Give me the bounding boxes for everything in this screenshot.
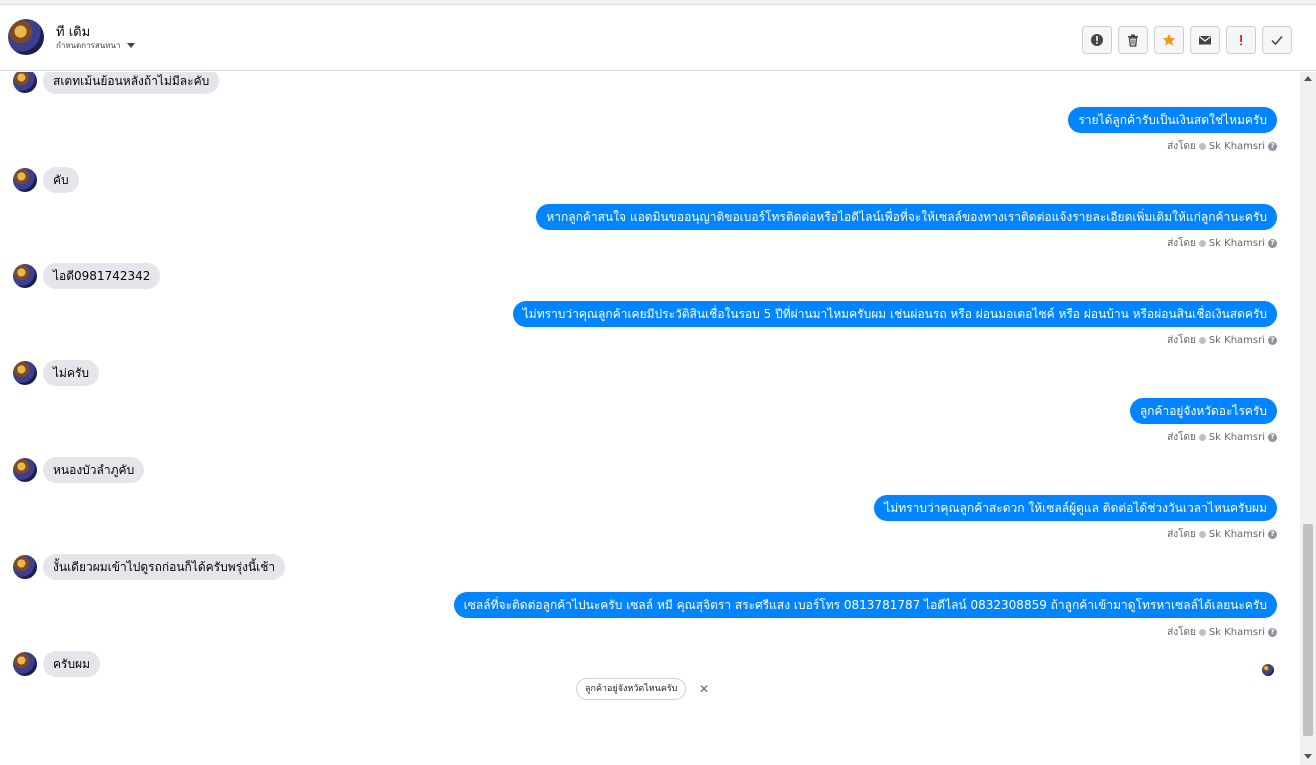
contact-avatar-small bbox=[13, 264, 37, 288]
incoming-message: สเตทเม้นย้อนหลังถ้าไม่มีละคับ bbox=[13, 72, 220, 94]
help-icon[interactable]: ? bbox=[1268, 530, 1277, 539]
sender-name: Sk Khamsri bbox=[1208, 238, 1265, 249]
sent-by-label: ส่งโดย bbox=[1167, 529, 1196, 540]
header-actions bbox=[1082, 26, 1292, 54]
sent-by-label: ส่งโดย bbox=[1167, 141, 1196, 152]
contact-avatar-small bbox=[13, 168, 37, 192]
sent-by-info: ส่งโดย Sk Khamsri ? bbox=[1167, 625, 1277, 640]
incoming-bubble[interactable]: ไม่ครับ bbox=[43, 360, 100, 386]
contact-avatar-small bbox=[13, 72, 37, 93]
contact-avatar-small bbox=[13, 555, 37, 579]
mark-done-button[interactable] bbox=[1262, 26, 1292, 54]
sender-dot-icon bbox=[1198, 337, 1206, 344]
report-spam-button[interactable] bbox=[1082, 26, 1112, 54]
sent-by-label: ส่งโดย bbox=[1167, 627, 1196, 638]
outgoing-message: เซลล์ที่จะติดต่อลูกค้าไปนะครับ เซลล์ หมี… bbox=[453, 592, 1277, 618]
help-icon[interactable]: ? bbox=[1268, 433, 1277, 442]
mark-unread-button[interactable] bbox=[1190, 26, 1220, 54]
outgoing-message: ไม่ทราบว่าคุณลูกค้าสะดวก ให้เซลล์ผู้ดูแล… bbox=[874, 495, 1277, 521]
vertical-scrollbar[interactable] bbox=[1300, 72, 1316, 765]
star-button[interactable] bbox=[1154, 26, 1184, 54]
sender-name: Sk Khamsri bbox=[1208, 335, 1265, 346]
sent-by-info: ส่งโดย Sk Khamsri ? bbox=[1167, 139, 1277, 154]
message-thread: สเตทเม้นย้อนหลังถ้าไม่มีละคับ รายได้ลูกค… bbox=[0, 72, 1300, 765]
sent-by-label: ส่งโดย bbox=[1167, 238, 1196, 249]
incoming-message: ไอดี0981742342 bbox=[13, 263, 161, 289]
caret-down-icon bbox=[126, 43, 135, 48]
sent-by-info: ส่งโดย Sk Khamsri ? bbox=[1167, 333, 1277, 348]
conversation-header: ที เดิม กำหนดการสนทนา bbox=[0, 5, 1316, 71]
star-icon bbox=[1162, 33, 1176, 46]
suggested-reply-chip[interactable]: ลูกค้าอยู่จังหวัดไหนครับ bbox=[576, 678, 687, 700]
outgoing-bubble[interactable]: ไม่ทราบว่าคุณลูกค้าเคยมีประวัติสินเชื่อใ… bbox=[512, 301, 1277, 327]
sender-name: Sk Khamsri bbox=[1208, 627, 1265, 638]
incoming-bubble[interactable]: หนองบัวลำภูคับ bbox=[43, 457, 145, 483]
follow-up-button[interactable] bbox=[1226, 26, 1256, 54]
outgoing-message: ลูกค้าอยู่จังหวัดอะไรครับ bbox=[1129, 398, 1277, 424]
sender-name: Sk Khamsri bbox=[1208, 432, 1265, 443]
help-icon[interactable]: ? bbox=[1268, 142, 1277, 151]
close-icon[interactable]: ✕ bbox=[698, 683, 710, 695]
sender-dot-icon bbox=[1198, 143, 1206, 150]
checkmark-icon bbox=[1271, 36, 1283, 46]
conversation-settings-dropdown[interactable]: กำหนดการสนทนา bbox=[56, 39, 135, 52]
exclamation-icon bbox=[1240, 35, 1242, 46]
sender-dot-icon bbox=[1198, 531, 1206, 538]
incoming-message: งั้นเดียวผมเข้าไปดูรถก่อนก็ได้ครับพรุ่งน… bbox=[13, 554, 286, 580]
scrollbar-thumb[interactable] bbox=[1303, 524, 1313, 736]
outgoing-bubble[interactable]: หากลูกค้าสนใจ แอดมินขออนุญาติขอเบอร์โทรต… bbox=[536, 204, 1277, 230]
scroll-down-arrow-icon[interactable] bbox=[1304, 754, 1312, 759]
sent-by-info: ส่งโดย Sk Khamsri ? bbox=[1167, 430, 1277, 445]
help-icon[interactable]: ? bbox=[1268, 239, 1277, 248]
incoming-bubble[interactable]: ไอดี0981742342 bbox=[43, 263, 161, 289]
outgoing-bubble[interactable]: ลูกค้าอยู่จังหวัดอะไรครับ bbox=[1129, 398, 1277, 424]
incoming-message: ครับผม bbox=[13, 651, 101, 677]
seen-indicator-avatar bbox=[1262, 664, 1274, 676]
contact-avatar-small bbox=[13, 361, 37, 385]
sender-dot-icon bbox=[1198, 629, 1206, 636]
contact-avatar-small bbox=[13, 652, 37, 676]
incoming-message: หนองบัวลำภูคับ bbox=[13, 457, 145, 483]
sent-by-info: ส่งโดย Sk Khamsri ? bbox=[1167, 236, 1277, 251]
incoming-bubble[interactable]: สเตทเม้นย้อนหลังถ้าไม่มีละคับ bbox=[43, 72, 220, 94]
sender-name: Sk Khamsri bbox=[1208, 529, 1265, 540]
sender-dot-icon bbox=[1198, 240, 1206, 247]
incoming-bubble[interactable]: คับ bbox=[43, 167, 79, 193]
scroll-up-arrow-icon[interactable] bbox=[1304, 76, 1312, 81]
sender-dot-icon bbox=[1198, 434, 1206, 441]
outgoing-bubble[interactable]: เซลล์ที่จะติดต่อลูกค้าไปนะครับ เซลล์ หมี… bbox=[453, 592, 1277, 618]
sender-name: Sk Khamsri bbox=[1208, 141, 1265, 152]
outgoing-message: หากลูกค้าสนใจ แอดมินขออนุญาติขอเบอร์โทรต… bbox=[536, 204, 1277, 230]
exclamation-circle-icon bbox=[1091, 34, 1103, 46]
conversation-settings-label: กำหนดการสนทนา bbox=[56, 41, 121, 50]
sent-by-info: ส่งโดย Sk Khamsri ? bbox=[1167, 527, 1277, 542]
delete-button[interactable] bbox=[1118, 26, 1148, 54]
envelope-icon bbox=[1199, 36, 1211, 45]
outgoing-bubble[interactable]: รายได้ลูกค้ารับเป็นเงินสดใช่ไหมครับ bbox=[1068, 107, 1277, 133]
incoming-message: ไม่ครับ bbox=[13, 360, 100, 386]
incoming-bubble[interactable]: ครับผม bbox=[43, 651, 101, 677]
outgoing-message: ไม่ทราบว่าคุณลูกค้าเคยมีประวัติสินเชื่อใ… bbox=[512, 301, 1277, 327]
outgoing-bubble[interactable]: ไม่ทราบว่าคุณลูกค้าสะดวก ให้เซลล์ผู้ดูแล… bbox=[874, 495, 1277, 521]
help-icon[interactable]: ? bbox=[1268, 628, 1277, 637]
outgoing-message: รายได้ลูกค้ารับเป็นเงินสดใช่ไหมครับ bbox=[1068, 107, 1277, 133]
incoming-bubble[interactable]: งั้นเดียวผมเข้าไปดูรถก่อนก็ได้ครับพรุ่งน… bbox=[43, 554, 286, 580]
trash-icon bbox=[1128, 34, 1138, 47]
help-icon[interactable]: ? bbox=[1268, 336, 1277, 345]
incoming-message: คับ bbox=[13, 167, 79, 193]
sent-by-label: ส่งโดย bbox=[1167, 432, 1196, 443]
contact-avatar[interactable] bbox=[8, 19, 44, 55]
sent-by-label: ส่งโดย bbox=[1167, 335, 1196, 346]
contact-avatar-small bbox=[13, 458, 37, 482]
